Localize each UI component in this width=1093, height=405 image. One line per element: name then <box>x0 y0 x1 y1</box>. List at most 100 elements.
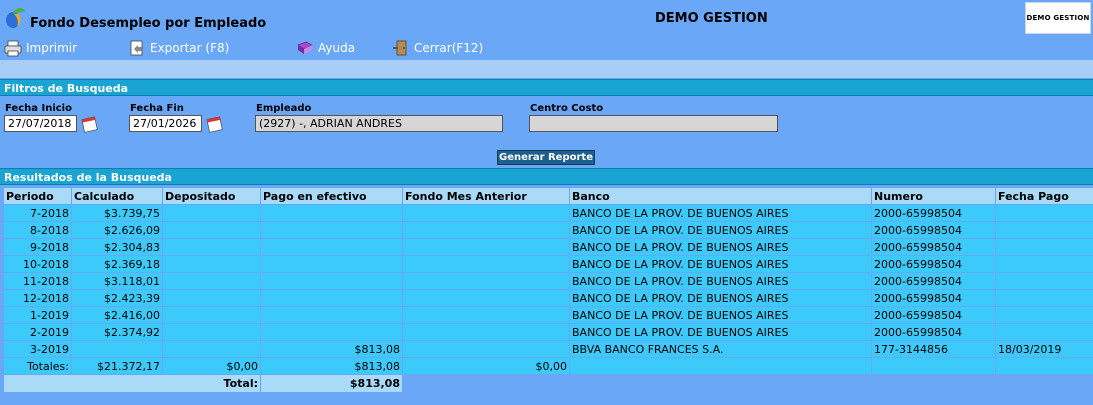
table-cell <box>403 239 569 255</box>
table-cell <box>403 273 569 289</box>
help-button[interactable]: Ayuda <box>296 39 355 57</box>
table-row[interactable]: 12-2018 $2.423,39 BANCO DE LA PROV. DE BUE… <box>4 290 1093 306</box>
title-bar: Fondo Desempleo por Empleado DEMO GESTIO… <box>0 0 1093 36</box>
table-row[interactable]: 10-2018 $2.369,18 BANCO DE LA PROV. DE BUE… <box>4 256 1093 272</box>
close-button[interactable]: Cerrar(F12) <box>392 39 483 57</box>
table-cell: 2000-65998504 <box>872 222 995 238</box>
table-cell: 3-2019 <box>4 341 71 357</box>
table-cell <box>163 324 260 340</box>
table-cell <box>261 273 402 289</box>
totals-row: Totales: $21.372,17 $0,00 $813,08 $0,00 <box>4 358 1093 374</box>
column-header[interactable]: Fecha Pago <box>996 188 1093 204</box>
empty-cell <box>570 358 871 374</box>
table-cell <box>261 205 402 221</box>
print-label: Imprimir <box>26 41 78 55</box>
brand-logo: DEMO GESTION <box>1025 2 1091 34</box>
toolbar: Imprimir Exportar (F8) Ayuda Cerrar(F12) <box>0 36 1093 60</box>
table-cell: BANCO DE LA PROV. DE BUENOS AIRES <box>570 324 871 340</box>
table-cell <box>996 205 1093 221</box>
start-date-input[interactable] <box>4 115 77 132</box>
table-cell: $3.118,01 <box>72 273 162 289</box>
table-cell <box>403 222 569 238</box>
door-exit-icon <box>393 40 407 56</box>
table-cell <box>163 307 260 323</box>
column-header[interactable]: Banco <box>570 188 871 204</box>
export-button[interactable]: Exportar (F8) <box>128 39 229 57</box>
table-cell <box>996 273 1093 289</box>
table-row[interactable]: 3-2019 $813,08 BBVA BANCO FRANCES S.A. 177-… <box>4 341 1093 357</box>
table-cell <box>72 341 162 357</box>
calendar-icon[interactable] <box>206 115 224 133</box>
table-cell: 2000-65998504 <box>872 273 995 289</box>
table-cell <box>163 205 260 221</box>
table-header-row: Periodo Calculado Depositado Pago en efecti… <box>4 188 1093 204</box>
column-header[interactable]: Calculado <box>72 188 162 204</box>
table-cell <box>163 239 260 255</box>
company-name: DEMO GESTION <box>655 11 768 26</box>
results-table-container: Periodo Calculado Depositado Pago en efecti… <box>3 187 1093 393</box>
table-cell <box>163 341 260 357</box>
table-row[interactable]: 2-2019 $2.374,92 BANCO DE LA PROV. DE BUEN… <box>4 324 1093 340</box>
end-date-label: Fecha Fin <box>130 103 184 114</box>
column-header[interactable]: Periodo <box>4 188 71 204</box>
table-cell <box>403 290 569 306</box>
table-cell: 2000-65998504 <box>872 290 995 306</box>
empty-cell <box>872 358 995 374</box>
table-cell <box>996 324 1093 340</box>
column-header[interactable]: Numero <box>872 188 995 204</box>
table-cell <box>163 273 260 289</box>
table-cell <box>261 239 402 255</box>
grand-total-label: Total: <box>4 375 260 392</box>
table-row[interactable]: 8-2018 $2.626,09 BANCO DE LA PROV. DE BUEN… <box>4 222 1093 238</box>
table-cell: $2.416,00 <box>72 307 162 323</box>
table-cell <box>163 290 260 306</box>
column-header[interactable]: Fondo Mes Anterior <box>403 188 569 204</box>
table-cell: BBVA BANCO FRANCES S.A. <box>570 341 871 357</box>
start-date-label: Fecha Inicio <box>5 103 72 114</box>
totals-cell: Totales: <box>4 358 71 374</box>
table-row[interactable]: 1-2019 $2.416,00 BANCO DE LA PROV. DE BUEN… <box>4 307 1093 323</box>
calendar-icon[interactable] <box>81 115 99 133</box>
help-book-icon <box>297 41 313 54</box>
end-date-input[interactable] <box>129 115 202 132</box>
help-label: Ayuda <box>318 41 356 55</box>
empty-cell <box>996 358 1093 374</box>
table-cell: 7-2018 <box>4 205 71 221</box>
generate-report-button[interactable]: Generar Reporte <box>497 150 595 165</box>
totals-cell: $0,00 <box>163 358 260 374</box>
column-header[interactable]: Depositado <box>163 188 260 204</box>
table-row[interactable]: 11-2018 $3.118,01 BANCO DE LA PROV. DE BUE… <box>4 273 1093 289</box>
employee-field[interactable] <box>255 115 503 132</box>
table-cell: 18/03/2019 <box>996 341 1093 357</box>
table-cell: BANCO DE LA PROV. DE BUENOS AIRES <box>570 290 871 306</box>
table-cell: $2.626,09 <box>72 222 162 238</box>
table-cell <box>163 256 260 272</box>
table-cell <box>403 324 569 340</box>
table-cell: 2000-65998504 <box>872 307 995 323</box>
table-cell <box>403 256 569 272</box>
table-row[interactable]: 7-2018 $3.739,75 BANCO DE LA PROV. DE BUEN… <box>4 205 1093 221</box>
filters-heading: Filtros de Busqueda <box>0 79 1093 96</box>
table-row[interactable]: 9-2018 $2.304,83 BANCO DE LA PROV. DE BUEN… <box>4 239 1093 255</box>
grand-total-value: $813,08 <box>261 375 402 392</box>
table-cell <box>403 205 569 221</box>
close-label: Cerrar(F12) <box>414 41 484 55</box>
export-icon <box>130 40 143 56</box>
table-cell: $813,08 <box>261 341 402 357</box>
page-title: Fondo Desempleo por Empleado <box>30 16 267 31</box>
results-heading: Resultados de la Busqueda <box>0 168 1093 185</box>
table-cell: BANCO DE LA PROV. DE BUENOS AIRES <box>570 222 871 238</box>
table-cell: 1-2019 <box>4 307 71 323</box>
cost-center-field[interactable] <box>529 115 778 132</box>
table-cell <box>261 256 402 272</box>
table-cell <box>996 256 1093 272</box>
column-header[interactable]: Pago en efectivo <box>261 188 402 204</box>
table-cell: 177-3144856 <box>872 341 995 357</box>
totals-cell: $813,08 <box>261 358 402 374</box>
grand-total-row: Total: $813,08 <box>4 375 1093 392</box>
table-cell <box>996 239 1093 255</box>
print-button[interactable]: Imprimir <box>4 39 77 57</box>
totals-cell: $0,00 <box>403 358 569 374</box>
table-cell <box>163 222 260 238</box>
table-cell: BANCO DE LA PROV. DE BUENOS AIRES <box>570 256 871 272</box>
